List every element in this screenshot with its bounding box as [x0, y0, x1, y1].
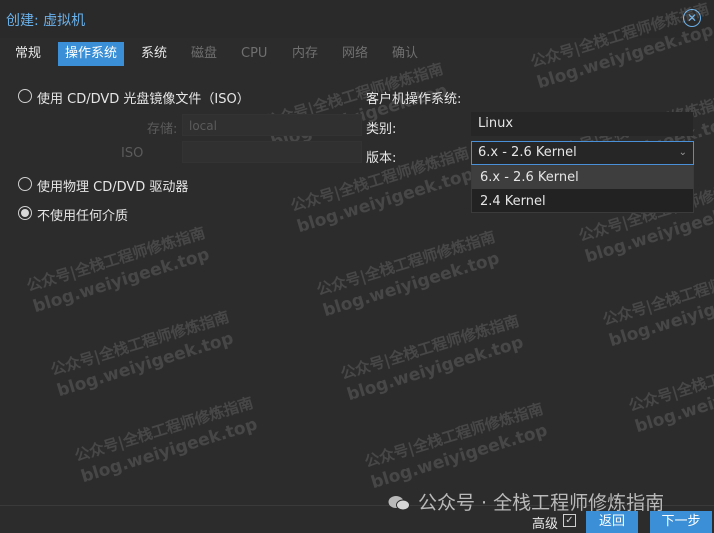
tab-cpu: CPU [241, 46, 268, 61]
back-button[interactable]: 返回 [586, 511, 638, 533]
tab-general[interactable]: 常规 [8, 42, 48, 66]
watermark: 公众号|全栈工程师修炼指南blog.weiyigeek.top [24, 223, 212, 318]
tab-disk: 磁盘 [191, 46, 218, 61]
tab-bar: 常规 操作系统 系统 磁盘 CPU 内存 网络 确认 [0, 42, 714, 68]
tab-memory: 内存 [292, 46, 319, 61]
physical-drive-label: 使用物理 CD/DVD 驱动器 [37, 180, 189, 195]
window-title: 创建: 虚拟机 [6, 13, 86, 29]
advanced-label: 高级 [532, 517, 559, 532]
watermark: 公众号|全栈工程师修炼指南blog.weiyigeek.top [362, 399, 550, 494]
no-media-label: 不使用任何介质 [37, 209, 129, 224]
version-option[interactable]: 2.4 Kernel [472, 190, 693, 213]
tab-system[interactable]: 系统 [134, 42, 174, 66]
watermark: 公众号|全栈工程师修炼指南blog.weiyigeek.top [48, 307, 236, 402]
title-bar: 创建: 虚拟机 ✕ [0, 0, 714, 38]
storage-select: local [182, 114, 362, 136]
version-select-value: 6.x - 2.6 Kernel [478, 145, 577, 160]
watermark: 公众号|全栈工程师修炼指南blog.weiyigeek.top [626, 343, 714, 438]
iso-option-label: 使用 CD/DVD 光盘镜像文件（ISO） [37, 92, 250, 107]
no-media-radio[interactable] [18, 206, 32, 220]
version-dropdown: 6.x - 2.6 Kernel 2.4 Kernel [471, 165, 694, 213]
type-label: 类别: [366, 122, 397, 137]
iso-label: ISO [121, 146, 144, 161]
advanced-checkbox[interactable]: ✓ [563, 514, 576, 527]
physical-drive-radio[interactable] [18, 177, 32, 191]
guest-os-title: 客户机操作系统: [366, 92, 462, 107]
version-select[interactable]: 6.x - 2.6 Kernel ⌄ [471, 141, 694, 165]
storage-label: 存储: [147, 122, 178, 137]
watermark: 公众号|全栈工程师修炼指南blog.weiyigeek.top [338, 311, 526, 406]
iso-select [182, 141, 362, 163]
watermark: 公众号|全栈工程师修炼指南blog.weiyigeek.top [72, 393, 260, 488]
next-button[interactable]: 下一步 [650, 511, 712, 533]
watermark: 公众号|全栈工程师修炼指南blog.weiyigeek.top [600, 257, 714, 352]
type-select[interactable]: Linux [471, 112, 693, 136]
wechat-icon [388, 496, 410, 511]
iso-radio[interactable] [18, 89, 32, 103]
chevron-down-icon[interactable]: ⌄ [679, 142, 687, 164]
watermark: 公众号|全栈工程师修炼指南blog.weiyigeek.top [314, 227, 502, 322]
tab-confirm: 确认 [392, 46, 419, 61]
tab-network: 网络 [342, 46, 369, 61]
version-label: 版本: [366, 151, 397, 166]
version-option[interactable]: 6.x - 2.6 Kernel [472, 166, 693, 189]
close-icon[interactable]: ✕ [683, 9, 701, 27]
tab-os[interactable]: 操作系统 [58, 42, 125, 66]
